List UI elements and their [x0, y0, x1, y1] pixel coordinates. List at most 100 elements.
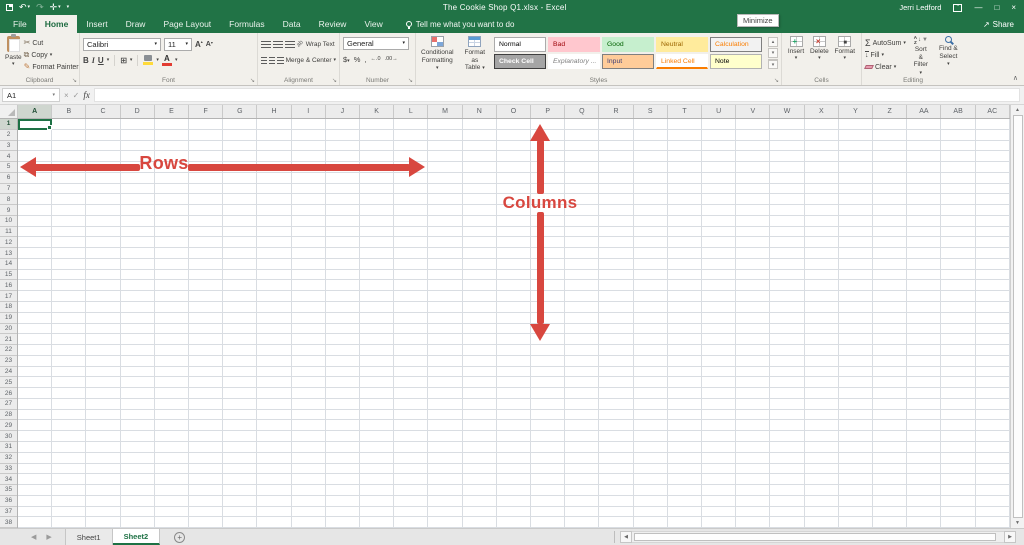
- row-header-1[interactable]: 1: [0, 119, 17, 130]
- new-sheet-button[interactable]: +: [174, 532, 185, 543]
- alignment-dialog-launcher[interactable]: ↘: [332, 77, 337, 84]
- column-header-a[interactable]: A: [18, 105, 52, 118]
- row-header-8[interactable]: 8: [0, 194, 17, 205]
- row-header-11[interactable]: 11: [0, 227, 17, 238]
- column-header-s[interactable]: S: [634, 105, 668, 118]
- row-header-27[interactable]: 27: [0, 399, 17, 410]
- sheet-tab-sheet2[interactable]: Sheet2: [113, 529, 161, 545]
- row-header-38[interactable]: 38: [0, 517, 17, 528]
- align-right-icon[interactable]: [277, 57, 283, 64]
- align-top-icon[interactable]: [261, 41, 271, 48]
- column-header-w[interactable]: W: [770, 105, 804, 118]
- underline-button[interactable]: U: [98, 56, 104, 65]
- row-header-12[interactable]: 12: [0, 237, 17, 248]
- scroll-down-icon[interactable]: ▼: [1015, 520, 1020, 526]
- redo-button[interactable]: ↷: [36, 3, 44, 12]
- column-header-m[interactable]: M: [428, 105, 462, 118]
- column-header-d[interactable]: D: [121, 105, 155, 118]
- row-header-32[interactable]: 32: [0, 453, 17, 464]
- row-header-36[interactable]: 36: [0, 496, 17, 507]
- fill-button[interactable]: ↓Fill▾: [865, 49, 906, 61]
- row-header-14[interactable]: 14: [0, 259, 17, 270]
- vertical-scrollbar[interactable]: ▲ ▼: [1010, 105, 1024, 528]
- scroll-left-icon[interactable]: ◀: [620, 531, 632, 543]
- row-header-9[interactable]: 9: [0, 205, 17, 216]
- tab-data[interactable]: Data: [274, 15, 310, 33]
- copy-button[interactable]: ⧉Copy▾: [24, 49, 79, 61]
- row-header-18[interactable]: 18: [0, 302, 17, 313]
- comma-button[interactable]: ,: [364, 55, 366, 64]
- row-header-2[interactable]: 2: [0, 130, 17, 141]
- customize-qat-button[interactable]: ▾: [67, 5, 70, 10]
- conditional-formatting-button[interactable]: Conditional Formatting ▾: [419, 35, 456, 73]
- format-painter-button[interactable]: ✎Format Painter: [24, 61, 79, 73]
- row-header-7[interactable]: 7: [0, 184, 17, 195]
- selected-cell-a1[interactable]: [18, 119, 52, 130]
- row-header-22[interactable]: 22: [0, 345, 17, 356]
- format-as-table-button[interactable]: Format as Table ▾: [460, 35, 490, 73]
- tab-file[interactable]: File: [4, 15, 36, 33]
- row-header-16[interactable]: 16: [0, 280, 17, 291]
- row-header-17[interactable]: 17: [0, 291, 17, 302]
- row-header-28[interactable]: 28: [0, 410, 17, 421]
- font-name-select[interactable]: Calibri▾: [83, 38, 161, 51]
- tab-review[interactable]: Review: [310, 15, 356, 33]
- column-header-ac[interactable]: AC: [976, 105, 1010, 118]
- style-good[interactable]: Good: [602, 37, 654, 52]
- row-header-4[interactable]: 4: [0, 151, 17, 162]
- italic-button[interactable]: I: [92, 56, 95, 65]
- column-header-aa[interactable]: AA: [907, 105, 941, 118]
- row-header-25[interactable]: 25: [0, 377, 17, 388]
- row-header-21[interactable]: 21: [0, 334, 17, 345]
- paste-button[interactable]: Paste ▾: [3, 35, 24, 68]
- row-header-24[interactable]: 24: [0, 367, 17, 378]
- styles-dialog-launcher[interactable]: ↘: [774, 77, 779, 84]
- delete-cells-button[interactable]: × Delete ▾: [808, 35, 831, 62]
- wrap-text-button[interactable]: Wrap Text: [306, 38, 335, 50]
- style-explanatory[interactable]: Explanatory ...: [548, 54, 600, 69]
- column-header-c[interactable]: C: [86, 105, 120, 118]
- row-header-33[interactable]: 33: [0, 464, 17, 475]
- merge-center-button[interactable]: Merge & Center▾: [286, 54, 336, 66]
- cut-button[interactable]: ✂Cut: [24, 37, 79, 49]
- autosum-button[interactable]: ΣAutoSum▾: [865, 37, 906, 49]
- row-header-5[interactable]: 5: [0, 162, 17, 173]
- number-format-select[interactable]: General▾: [343, 37, 409, 50]
- row-header-34[interactable]: 34: [0, 474, 17, 485]
- user-name[interactable]: Jerri Ledford: [899, 3, 941, 12]
- sheet-nav-left[interactable]: ◀: [26, 529, 41, 545]
- clear-button[interactable]: Clear▾: [865, 61, 906, 73]
- style-check-cell[interactable]: Check Cell: [494, 54, 546, 69]
- row-header-3[interactable]: 3: [0, 141, 17, 152]
- gallery-up-button[interactable]: ▴: [768, 37, 778, 47]
- name-box[interactable]: A1▾: [2, 88, 60, 102]
- borders-button[interactable]: ⊞: [120, 56, 127, 65]
- row-header-37[interactable]: 37: [0, 507, 17, 518]
- column-header-f[interactable]: F: [189, 105, 223, 118]
- column-header-i[interactable]: I: [292, 105, 326, 118]
- decrease-decimal-button[interactable]: .00→: [385, 56, 398, 62]
- column-header-j[interactable]: J: [326, 105, 360, 118]
- row-header-31[interactable]: 31: [0, 442, 17, 453]
- row-header-6[interactable]: 6: [0, 173, 17, 184]
- fill-color-button[interactable]: [143, 55, 153, 65]
- horizontal-scroll-track[interactable]: [632, 531, 1004, 543]
- row-header-30[interactable]: 30: [0, 431, 17, 442]
- column-header-x[interactable]: X: [805, 105, 839, 118]
- tab-insert[interactable]: Insert: [77, 15, 116, 33]
- column-header-o[interactable]: O: [497, 105, 531, 118]
- format-cells-button[interactable]: ■ Format ▾: [833, 35, 858, 62]
- column-header-ab[interactable]: AB: [941, 105, 975, 118]
- tab-view[interactable]: View: [355, 15, 391, 33]
- column-header-h[interactable]: H: [257, 105, 291, 118]
- font-color-button[interactable]: A: [162, 55, 172, 66]
- style-normal[interactable]: Normal: [494, 37, 546, 52]
- ribbon-display-options-icon[interactable]: ^: [953, 4, 962, 12]
- column-header-k[interactable]: K: [360, 105, 394, 118]
- style-bad[interactable]: Bad: [548, 37, 600, 52]
- tab-draw[interactable]: Draw: [117, 15, 155, 33]
- row-header-15[interactable]: 15: [0, 270, 17, 281]
- column-header-v[interactable]: V: [736, 105, 770, 118]
- style-input[interactable]: Input: [602, 54, 654, 69]
- insert-function-button[interactable]: fx: [83, 90, 90, 100]
